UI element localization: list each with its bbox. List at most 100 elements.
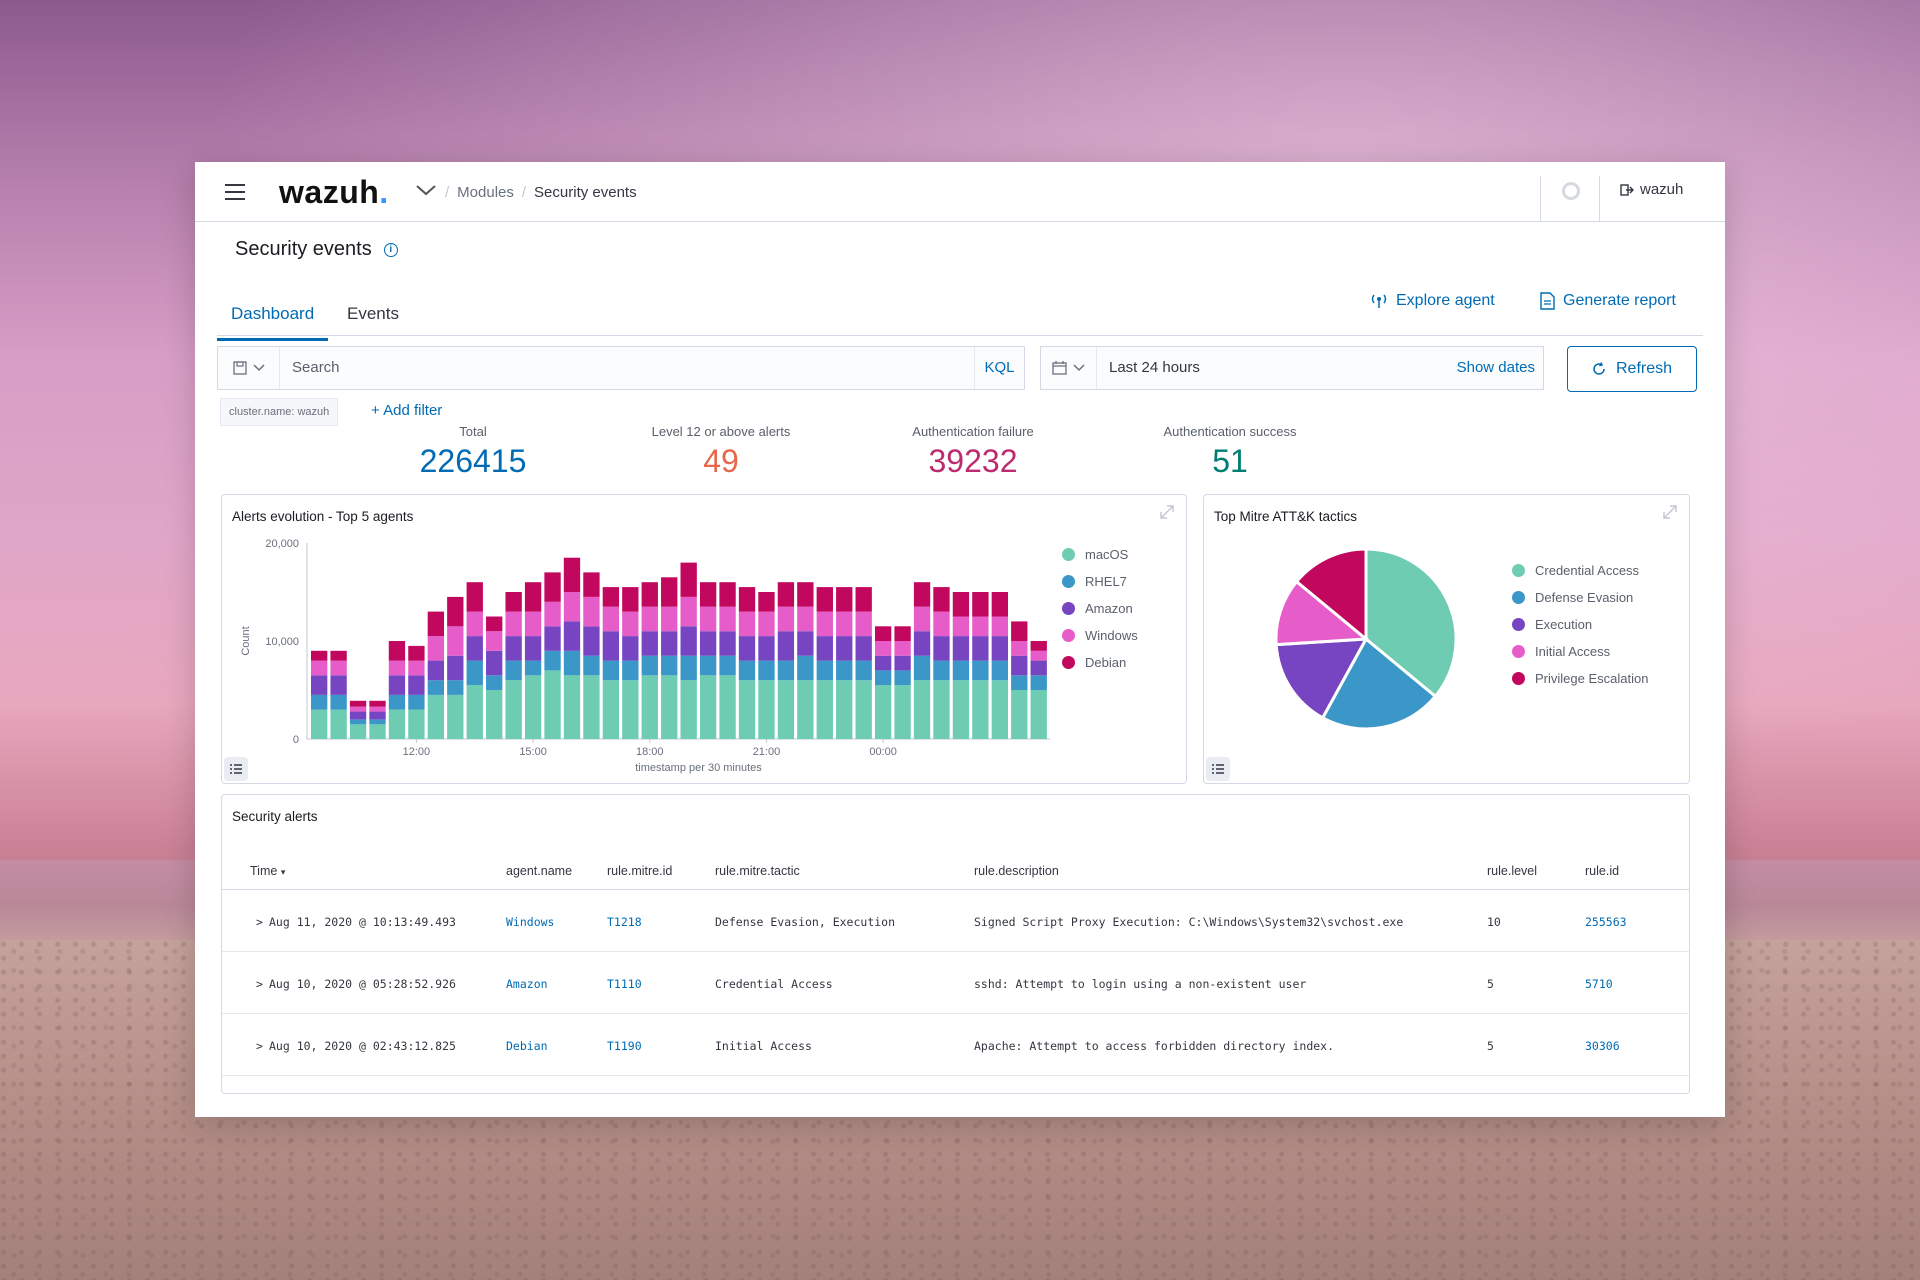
- expand-row-icon[interactable]: >: [256, 977, 263, 991]
- bar-segment: [952, 680, 970, 739]
- agent-link[interactable]: Debian: [506, 1039, 548, 1053]
- legend-item-rhel7[interactable]: RHEL7: [1062, 574, 1138, 589]
- search-bar: Search KQL: [217, 346, 1025, 390]
- column-header-description[interactable]: rule.description: [974, 864, 1059, 878]
- bar-segment: [408, 645, 425, 661]
- column-header-mitre-tactic[interactable]: rule.mitre.tactic: [715, 864, 800, 878]
- bar-segment: [622, 680, 639, 739]
- add-filter-button[interactable]: + Add filter: [371, 402, 442, 419]
- generate-report-button[interactable]: Generate report: [1540, 292, 1676, 310]
- bar-segment: [719, 655, 736, 676]
- wazuh-logo[interactable]: wazuh.: [279, 174, 389, 211]
- mitre-id-link[interactable]: T1218: [607, 915, 642, 929]
- bar-segment: [505, 680, 522, 739]
- table-header: Time ▾ agent.name rule.mitre.id rule.mit…: [222, 850, 1689, 890]
- bar-segment: [661, 675, 678, 739]
- mitre-id-link[interactable]: T1110: [607, 977, 642, 991]
- bar-segment: [602, 587, 620, 607]
- filter-pill-cluster-name[interactable]: cluster.name: wazuh: [220, 398, 339, 426]
- breadcrumb-security-events: Security events: [534, 184, 637, 201]
- column-header-mitre-id[interactable]: rule.mitre.id: [607, 864, 672, 878]
- chevron-down-icon[interactable]: [415, 182, 437, 198]
- bar-segment: [952, 616, 970, 637]
- bar-segment: [1030, 690, 1047, 739]
- column-header-agent-name[interactable]: agent.name: [506, 864, 572, 878]
- table-row[interactable]: > Aug 10, 2020 @ 05:28:52.926 Amazon T11…: [222, 952, 1689, 1014]
- legend-item-credential-access[interactable]: Credential Access: [1512, 563, 1648, 578]
- metric-auth-success: Authentication success 51: [1120, 424, 1340, 480]
- show-dates-button[interactable]: Show dates: [1457, 359, 1535, 376]
- bar-segment: [602, 631, 620, 661]
- bar-segment: [544, 601, 561, 627]
- legend-toggle-button[interactable]: [224, 757, 248, 781]
- bar-segment: [972, 660, 989, 681]
- bar-segment: [719, 606, 736, 632]
- bar-segment: [797, 606, 814, 632]
- quick-select-menu[interactable]: [1041, 347, 1097, 389]
- bar-segment: [563, 592, 581, 622]
- expand-icon[interactable]: [1158, 503, 1176, 521]
- bar-segment: [505, 636, 522, 661]
- bar-segment: [1030, 675, 1047, 690]
- legend-toggle-button[interactable]: [1206, 757, 1230, 781]
- bar-segment: [466, 685, 483, 739]
- legend-item-macos[interactable]: macOS: [1062, 547, 1138, 562]
- bar-segment: [661, 606, 678, 632]
- bar-segment: [680, 596, 697, 627]
- bar-segment: [816, 660, 833, 681]
- column-header-time[interactable]: Time ▾: [250, 864, 285, 878]
- bar-segment: [836, 680, 853, 739]
- bar-segment: [583, 572, 600, 597]
- date-range-value[interactable]: Last 24 hours: [1109, 359, 1200, 376]
- bar-segment: [816, 636, 833, 661]
- column-header-rule-level[interactable]: rule.level: [1487, 864, 1537, 878]
- legend-item-debian[interactable]: Debian: [1062, 655, 1138, 670]
- bar-segment: [913, 680, 931, 739]
- legend-item-execution[interactable]: Execution: [1512, 617, 1648, 632]
- info-icon[interactable]: i: [383, 242, 398, 257]
- rule-id-link[interactable]: 255563: [1585, 915, 1627, 929]
- agent-link[interactable]: Windows: [506, 915, 554, 929]
- bar-segment: [719, 582, 736, 607]
- tab-dashboard[interactable]: Dashboard: [217, 296, 329, 341]
- kql-toggle-button[interactable]: KQL: [974, 347, 1024, 389]
- bar-segment: [933, 680, 950, 739]
- rule-id-link[interactable]: 30306: [1585, 1039, 1620, 1053]
- bar-segment: [1011, 675, 1028, 690]
- expand-icon[interactable]: [1661, 503, 1679, 521]
- tab-events[interactable]: Events: [333, 296, 413, 338]
- saved-query-menu[interactable]: [218, 347, 280, 389]
- refresh-button[interactable]: Refresh: [1567, 346, 1697, 392]
- bar-segment: [427, 694, 445, 739]
- bar-segment: [991, 660, 1008, 681]
- expand-row-icon[interactable]: >: [256, 1039, 263, 1053]
- bar-segment: [563, 557, 581, 592]
- table-row[interactable]: > Aug 11, 2020 @ 10:13:49.493 Windows T1…: [222, 890, 1689, 952]
- expand-row-icon[interactable]: >: [256, 915, 263, 929]
- bar-segment: [1011, 621, 1028, 641]
- search-input[interactable]: Search: [292, 359, 340, 376]
- legend-item-amazon[interactable]: Amazon: [1062, 601, 1138, 616]
- bar-segment: [447, 596, 464, 627]
- user-menu-button[interactable]: wazuh: [1620, 181, 1683, 198]
- breadcrumb-modules[interactable]: Modules: [457, 184, 514, 201]
- bar-segment: [349, 711, 367, 720]
- agent-link[interactable]: Amazon: [506, 977, 548, 991]
- legend-item-privilege-escalation[interactable]: Privilege Escalation: [1512, 671, 1648, 686]
- legend-item-windows[interactable]: Windows: [1062, 628, 1138, 643]
- rule-id-link[interactable]: 5710: [1585, 977, 1613, 991]
- explore-agent-button[interactable]: Explore agent: [1370, 292, 1495, 310]
- bar-segment: [836, 611, 853, 637]
- table-row[interactable]: > Aug 10, 2020 @ 02:43:12.825 Debian T11…: [222, 1014, 1689, 1076]
- x-tick-label: 15:00: [519, 746, 547, 758]
- bar-segment: [330, 709, 347, 739]
- mitre-id-link[interactable]: T1190: [607, 1039, 642, 1053]
- bar-segment: [816, 680, 833, 739]
- alerts-evolution-panel: Alerts evolution - Top 5 agents 20,000 10…: [221, 494, 1187, 784]
- bar-segment: [797, 582, 814, 607]
- legend-item-defense-evasion[interactable]: Defense Evasion: [1512, 590, 1648, 605]
- legend-item-initial-access[interactable]: Initial Access: [1512, 644, 1648, 659]
- hamburger-menu-icon[interactable]: [225, 184, 245, 200]
- help-icon[interactable]: [1562, 182, 1580, 200]
- column-header-rule-id[interactable]: rule.id: [1585, 864, 1619, 878]
